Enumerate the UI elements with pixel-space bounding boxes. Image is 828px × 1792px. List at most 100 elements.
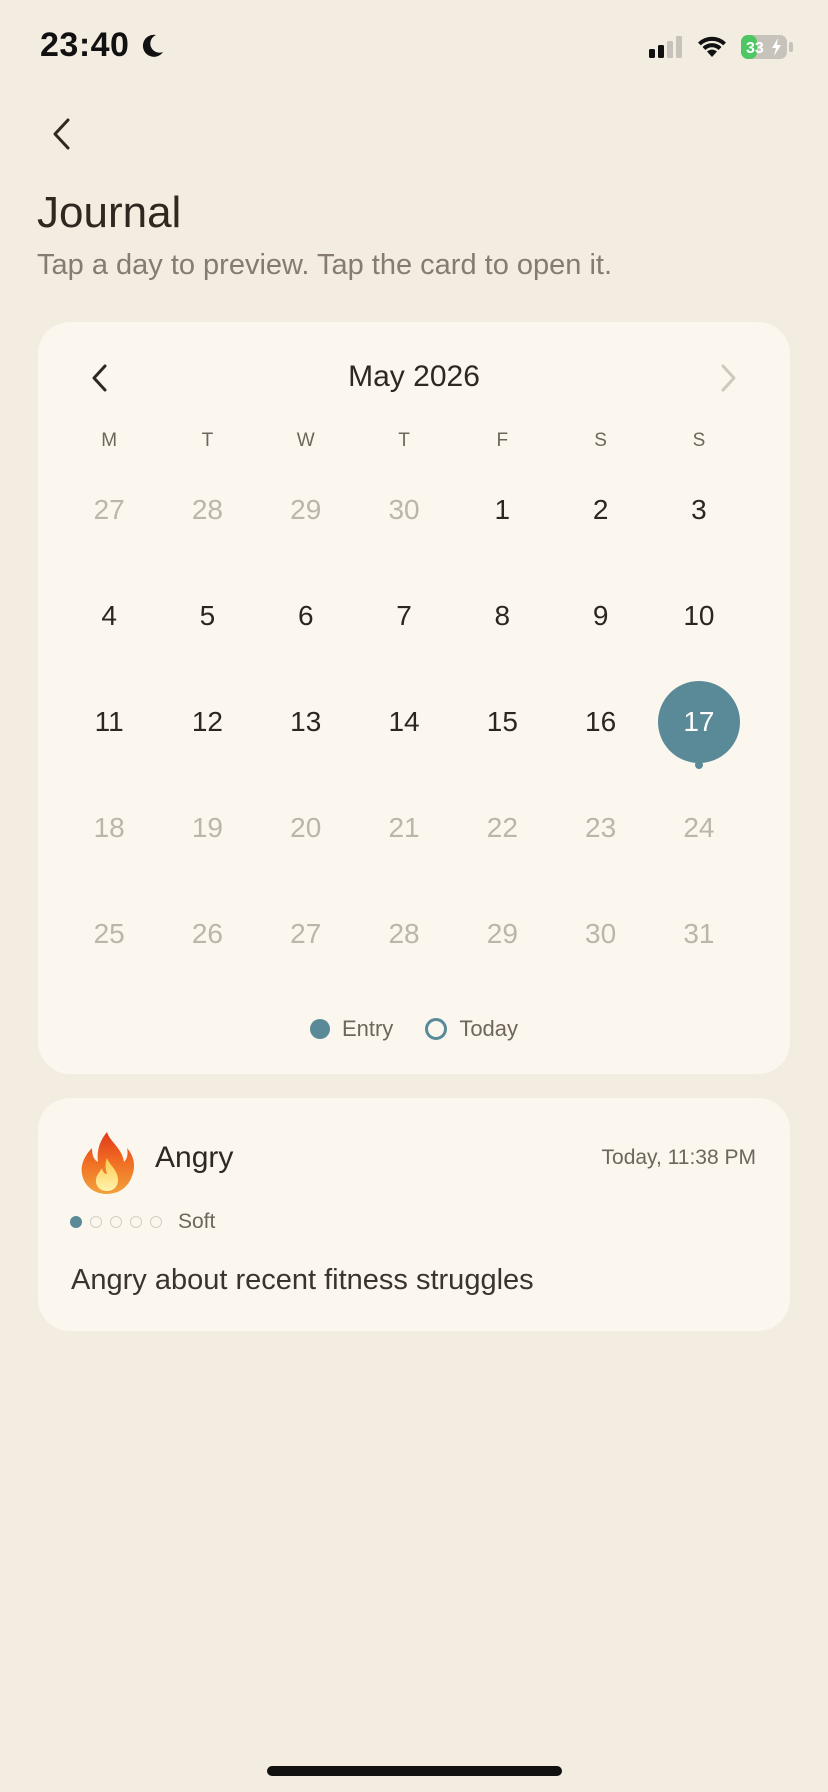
calendar-day[interactable]: 22 xyxy=(453,775,551,881)
back-button[interactable] xyxy=(40,112,84,156)
status-time: 23:40 xyxy=(40,26,167,65)
calendar-day[interactable]: 11 xyxy=(60,669,158,775)
calendar-week-row: 11 12 13 14 15 16 17 xyxy=(60,669,768,775)
calendar-day-number: 10 xyxy=(683,600,715,631)
calendar-day[interactable]: 21 xyxy=(355,775,453,881)
page-subtitle: Tap a day to preview. Tap the card to op… xyxy=(37,249,613,281)
calendar-day-number: 15 xyxy=(486,706,518,737)
entry-preview-card[interactable]: Angry Today, 11:38 PM Soft Angry about r… xyxy=(38,1098,790,1331)
status-icons: 33 xyxy=(648,34,794,65)
calendar-day[interactable]: 26 xyxy=(158,881,256,987)
calendar-day-number: 27 xyxy=(93,494,125,525)
signal-icon xyxy=(648,35,684,64)
calendar-day[interactable]: 3 xyxy=(650,457,748,563)
calendar-day[interactable]: 24 xyxy=(650,775,748,881)
status-time-text: 23:40 xyxy=(40,26,130,64)
calendar-day-number: 29 xyxy=(486,918,518,949)
legend-entry-label: Entry xyxy=(341,1016,394,1041)
mood-label: Angry xyxy=(155,1141,234,1174)
calendar-day[interactable]: 1 xyxy=(453,457,551,563)
calendar-day[interactable]: 28 xyxy=(355,881,453,987)
weekday-label: S xyxy=(594,430,607,451)
chevron-right-icon xyxy=(721,364,736,392)
calendar-day-number: 4 xyxy=(101,600,117,631)
calendar-day[interactable]: 12 xyxy=(158,669,256,775)
calendar-day-selected[interactable]: 17 xyxy=(650,669,748,775)
weekday-label: T xyxy=(398,430,410,451)
calendar-day-number: 3 xyxy=(691,494,707,525)
calendar-day[interactable]: 28 xyxy=(158,457,256,563)
calendar-day[interactable]: 8 xyxy=(453,563,551,669)
next-month-button[interactable] xyxy=(706,356,750,400)
calendar-day[interactable]: 10 xyxy=(650,563,748,669)
intensity-label: Soft xyxy=(178,1210,216,1233)
calendar-day-number: 25 xyxy=(93,918,125,949)
calendar-day-number: 19 xyxy=(191,812,224,843)
calendar-day-number: 9 xyxy=(592,600,609,631)
calendar-day-number: 31 xyxy=(683,918,715,949)
calendar-week-row: 4 5 6 7 8 9 10 xyxy=(60,563,768,669)
calendar-day-grid: 27 28 29 30 1 2 3 4 5 6 7 8 9 10 11 12 13 14 15 16 17 18 19 20 2… xyxy=(60,457,768,987)
calendar-day-number: 24 xyxy=(683,812,715,843)
calendar-day[interactable]: 5 xyxy=(158,563,256,669)
calendar-day-number: 12 xyxy=(191,706,224,737)
calendar-day[interactable]: 30 xyxy=(551,881,649,987)
calendar-day[interactable]: 2 xyxy=(551,457,649,563)
battery-level: 33 xyxy=(746,40,764,57)
calendar-day[interactable]: 30 xyxy=(355,457,453,563)
moon-icon xyxy=(137,31,167,61)
calendar-day-number: 21 xyxy=(388,812,420,843)
calendar-header: May 2026 xyxy=(38,350,790,410)
intensity-dot xyxy=(130,1216,142,1228)
calendar-day[interactable]: 25 xyxy=(60,881,158,987)
calendar-day-number: 30 xyxy=(388,494,420,525)
weekday-label: F xyxy=(496,430,509,451)
calendar-day[interactable]: 13 xyxy=(257,669,355,775)
calendar-day-number: 28 xyxy=(191,494,224,525)
calendar-day-number: 13 xyxy=(290,706,322,737)
calendar-day[interactable]: 29 xyxy=(257,457,355,563)
calendar-day[interactable]: 27 xyxy=(60,457,158,563)
calendar-day-number: 28 xyxy=(388,918,420,949)
calendar-day[interactable]: 16 xyxy=(551,669,649,775)
fire-icon xyxy=(72,1128,142,1198)
weekday-header-row: M T W T F S S xyxy=(60,430,768,452)
status-bar: 23:40 33 xyxy=(0,0,828,100)
weekday-label: W xyxy=(296,430,315,451)
calendar-day-number: 7 xyxy=(396,600,412,631)
page-title: Journal xyxy=(37,188,182,237)
calendar-day[interactable]: 29 xyxy=(453,881,551,987)
calendar-week-row: 27 28 29 30 1 2 3 xyxy=(60,457,768,563)
calendar-card: May 2026 M T W T F S S 27 28 29 30 1 2 3 4 5 6 7 8 9… xyxy=(38,322,790,1074)
chevron-left-icon xyxy=(53,118,70,150)
home-indicator[interactable] xyxy=(267,1766,562,1776)
calendar-day[interactable]: 14 xyxy=(355,669,453,775)
entry-dot-icon xyxy=(309,1019,330,1039)
weekday-label: T xyxy=(201,430,214,451)
calendar-day[interactable]: 15 xyxy=(453,669,551,775)
calendar-day-number: 20 xyxy=(290,812,322,843)
wifi-icon xyxy=(696,35,728,64)
calendar-day[interactable]: 18 xyxy=(60,775,158,881)
intensity-dot xyxy=(110,1216,122,1228)
calendar-day-number: 23 xyxy=(585,812,617,843)
calendar-day[interactable]: 23 xyxy=(551,775,649,881)
intensity-dot xyxy=(70,1216,82,1228)
calendar-legend: Entry Today xyxy=(38,1016,790,1042)
calendar-month-label: May 2026 xyxy=(348,360,480,393)
calendar-day-number: 6 xyxy=(297,600,314,631)
calendar-day-number: 26 xyxy=(191,918,224,949)
calendar-week-row: 18 19 20 21 22 23 24 xyxy=(60,775,768,881)
calendar-day[interactable]: 7 xyxy=(355,563,453,669)
calendar-day[interactable]: 20 xyxy=(257,775,355,881)
calendar-day[interactable]: 9 xyxy=(551,563,649,669)
legend-today-label: Today xyxy=(459,1016,519,1041)
calendar-week-row: 25 26 27 28 29 30 31 xyxy=(60,881,768,987)
calendar-day-number: 27 xyxy=(290,918,322,949)
calendar-day[interactable]: 31 xyxy=(650,881,748,987)
calendar-day[interactable]: 6 xyxy=(257,563,355,669)
legend-entry: Entry xyxy=(309,1016,394,1042)
calendar-day[interactable]: 4 xyxy=(60,563,158,669)
calendar-day[interactable]: 19 xyxy=(158,775,256,881)
calendar-day[interactable]: 27 xyxy=(257,881,355,987)
